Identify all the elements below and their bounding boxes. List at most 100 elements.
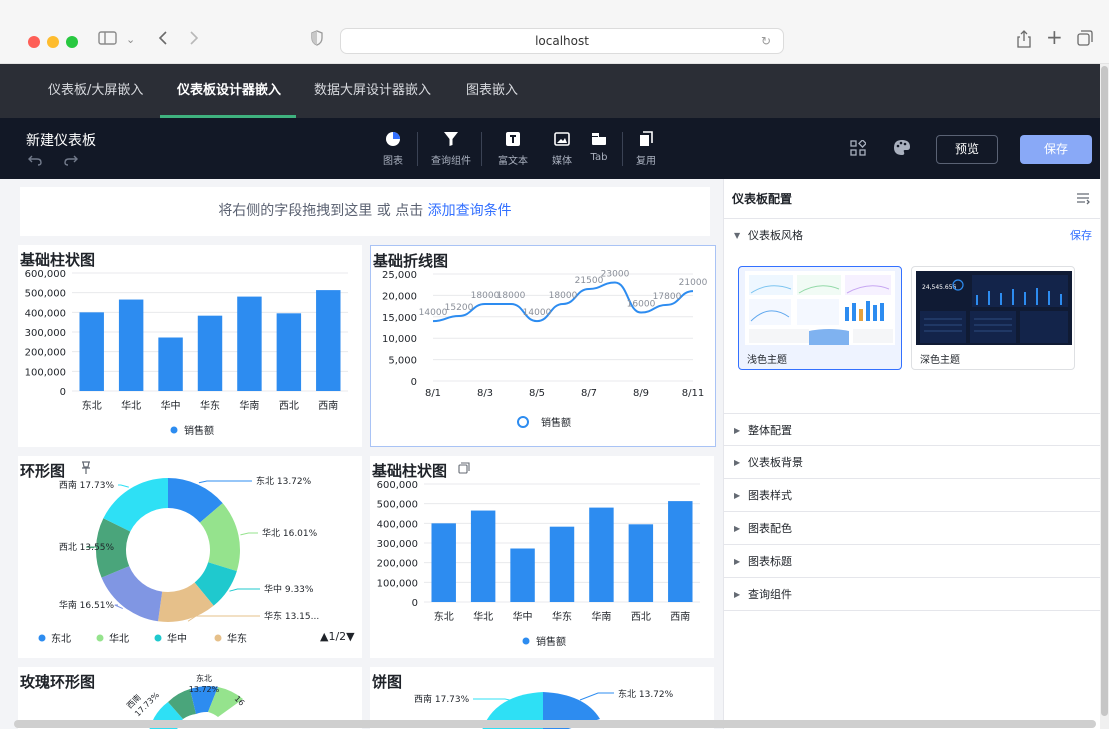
y-tick-label: 400,000 (25, 308, 66, 319)
zoom-window-button[interactable] (66, 36, 78, 48)
chevron-down-icon[interactable]: ⌄ (126, 30, 135, 50)
section-chart-style-label: 图表样式 (748, 489, 792, 502)
donut-leader-line (229, 588, 260, 592)
theme-light-card[interactable]: 浅色主题 (738, 266, 902, 370)
bar[interactable] (510, 548, 535, 602)
dashboard-title[interactable]: 新建仪表板 (26, 130, 96, 150)
data-label: 14000 (419, 308, 448, 318)
data-label: 17800 (653, 292, 682, 302)
bar[interactable] (470, 510, 496, 602)
data-label: 21000 (679, 278, 708, 288)
legend-label[interactable]: 华中 (167, 632, 187, 645)
y-tick-label: 5,000 (388, 356, 417, 367)
donut-slice[interactable] (101, 566, 163, 622)
save-button[interactable]: 保存 (1020, 135, 1092, 164)
light-theme-preview (745, 271, 895, 345)
bar-chart-panel[interactable]: 基础柱状图 600,000 500,000 400,000 300,000 200,00… (18, 245, 362, 447)
x-tick-label: 华东 (552, 610, 572, 623)
pie-label: 西南 17.73% (414, 693, 470, 705)
vertical-scrollbar[interactable] (1100, 64, 1109, 729)
tab-datascreen-designer-embed[interactable]: 数据大屏设计器嵌入 (314, 64, 431, 118)
close-window-button[interactable] (28, 36, 40, 48)
section-overall-config[interactable]: ▶ 整体配置 (724, 413, 1101, 446)
donut-label: 西北 13.55% (59, 542, 115, 553)
tool-rich-text[interactable]: 富文本 (485, 128, 541, 167)
legend-label[interactable]: 华东 (227, 632, 247, 645)
legend-pager[interactable]: ▲1/2▼ (320, 630, 355, 643)
bar[interactable] (118, 299, 144, 391)
tool-reuse[interactable]: 复用 (618, 128, 674, 167)
redo-icon[interactable] (64, 154, 78, 166)
theme-dark-card[interactable]: 24,545.656 深色主题 (911, 266, 1075, 370)
app-nav: 仪表板/大屏嵌入 仪表板设计器嵌入 数据大屏设计器嵌入 图表嵌入 (0, 64, 1100, 118)
tool-chart[interactable]: 图表 (365, 128, 421, 167)
sidebar-icon[interactable] (98, 30, 118, 46)
section-chart-colors[interactable]: ▶ 图表配色 (724, 512, 1101, 545)
shield-icon[interactable] (311, 30, 323, 46)
tool-query-component[interactable]: 查询组件 (423, 128, 479, 167)
query-drop-zone[interactable]: 将右侧的字段拖拽到这里 或 点击 添加查询条件 (20, 187, 710, 236)
x-tick-label: 西北 (279, 400, 299, 412)
bar[interactable] (668, 501, 693, 602)
tab-dashboard-designer-embed[interactable]: 仪表板设计器嵌入 (177, 64, 281, 118)
bar[interactable] (628, 524, 654, 602)
tab-dashboard-screen-embed[interactable]: 仪表板/大屏嵌入 (48, 64, 143, 118)
caret-down-icon: ▼ (734, 231, 741, 240)
donut-leader-line (187, 615, 260, 622)
y-tick-label: 600,000 (377, 480, 418, 491)
bar[interactable] (237, 296, 262, 391)
line-chart-panel[interactable]: 基础折线图 25,000 20,000 15,000 10,000 5,000 0 1400… (370, 245, 716, 447)
minimize-window-button[interactable] (47, 36, 59, 48)
bar[interactable] (316, 290, 341, 391)
caret-right-icon: ▶ (734, 426, 741, 435)
preview-button[interactable]: 预览 (936, 135, 998, 164)
collapse-panel-icon[interactable] (1076, 193, 1090, 205)
horizontal-scrollbar[interactable] (14, 720, 1096, 728)
reload-icon[interactable]: ↻ (761, 29, 771, 53)
bar[interactable] (197, 315, 223, 391)
pie-leader-line (579, 692, 614, 701)
scrollbar-thumb[interactable] (1101, 66, 1108, 716)
config-panel: 仪表板配置 ▼ 仪表板风格 保存 浅色主题 24,545.656 深色主题 ▶ … (723, 179, 1101, 729)
y-tick-label: 0 (60, 387, 66, 398)
palette-icon[interactable] (893, 139, 911, 157)
new-tab-icon[interactable]: + (1046, 27, 1063, 47)
x-tick-label: 华北 (473, 610, 493, 623)
section-dashboard-background[interactable]: ▶ 仪表板背景 (724, 446, 1101, 479)
legend-label[interactable]: 华北 (109, 632, 129, 645)
theme-dark-label: 深色主题 (920, 355, 960, 366)
y-tick-label: 200,000 (25, 348, 66, 359)
donut-chart: 东北 13.72% 华北 16.01% 华中 9.33% 华东 13.15... 华南 … (38, 475, 319, 645)
rose-label: 东北 (196, 673, 212, 683)
x-tick-label: 8/3 (477, 388, 493, 399)
y-tick-label: 15,000 (382, 313, 417, 324)
caret-right-icon: ▶ (734, 458, 741, 467)
undo-icon[interactable] (28, 154, 42, 166)
section-chart-style[interactable]: ▶ 图表样式 (724, 479, 1101, 512)
bar[interactable] (79, 312, 104, 391)
bar[interactable] (549, 526, 575, 602)
bar[interactable] (431, 523, 456, 602)
section-dashboard-style[interactable]: ▼ 仪表板风格 保存 (724, 219, 1101, 252)
bar[interactable] (158, 337, 183, 391)
back-icon[interactable] (157, 30, 169, 46)
legend-label[interactable]: 东北 (51, 632, 71, 645)
bar[interactable] (276, 313, 302, 391)
theme-light-label: 浅色主题 (747, 355, 787, 366)
tab-overview-icon[interactable] (1077, 30, 1093, 46)
address-bar[interactable]: localhost ↻ (340, 28, 784, 54)
dashboard-canvas: 将右侧的字段拖拽到这里 或 点击 添加查询条件 基础柱状图 600,000 500… (0, 179, 723, 729)
share-icon[interactable] (1016, 30, 1032, 48)
legend-marker (214, 634, 222, 642)
layout-grid-icon[interactable] (850, 140, 866, 156)
bar[interactable] (589, 507, 614, 602)
add-query-condition-link[interactable]: 添加查询条件 (428, 203, 512, 219)
donut-chart-panel[interactable]: 环形图 东北 13.72% 华北 16.01% 华中 9.33% 华东 13.15..… (18, 456, 362, 658)
bar-chart-panel-2[interactable]: 基础柱状图 600,000 500,000 400,000 300,000 200,00… (370, 456, 714, 658)
data-label: 23000 (601, 270, 630, 280)
style-save-link[interactable]: 保存 (1070, 219, 1092, 252)
tab-chart-embed[interactable]: 图表嵌入 (466, 64, 518, 118)
section-query-component[interactable]: ▶ 查询组件 (724, 578, 1101, 611)
section-chart-title[interactable]: ▶ 图表标题 (724, 545, 1101, 578)
forward-icon[interactable] (188, 30, 200, 46)
